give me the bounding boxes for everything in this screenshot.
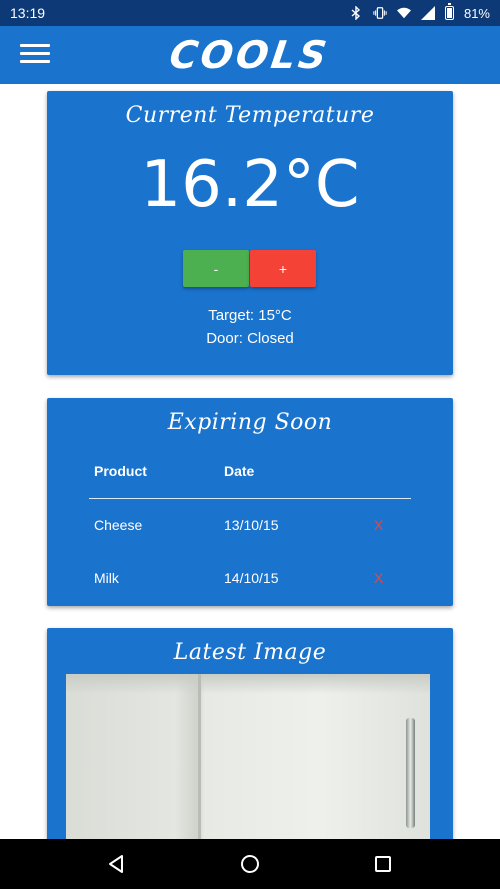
door-status: Door: Closed: [206, 330, 294, 347]
signal-icon: [420, 6, 435, 20]
latest-image-title: Latest Image: [173, 640, 327, 665]
table-row: Cheese 13/10/15 X: [47, 517, 453, 537]
status-icons: 81%: [349, 3, 490, 21]
status-bar: 13:19 81%: [0, 0, 500, 26]
delete-item-button[interactable]: X: [374, 570, 383, 586]
recents-icon[interactable]: [368, 849, 398, 879]
status-time: 13:19: [10, 5, 46, 21]
temperature-card-title: Current Temperature: [125, 103, 375, 128]
vibrate-icon: [373, 6, 387, 20]
hamburger-menu-icon[interactable]: [20, 42, 50, 66]
back-icon[interactable]: [102, 849, 132, 879]
delete-item-button[interactable]: X: [374, 517, 383, 533]
home-icon[interactable]: [235, 849, 265, 879]
product-cell: Cheese: [94, 517, 143, 533]
app-title: COOLS: [167, 33, 333, 77]
decrease-target-button[interactable]: -: [183, 250, 249, 287]
temperature-card: Current Temperature 16.2°C - + Target: 1…: [47, 91, 453, 375]
table-divider: [89, 498, 411, 499]
column-header-date: Date: [224, 463, 255, 479]
wifi-icon: [396, 6, 411, 20]
battery-percent: 81%: [463, 5, 490, 21]
app-bar: COOLS: [0, 26, 500, 84]
bluetooth-icon: [349, 6, 363, 20]
navigation-bar: [0, 839, 500, 889]
battery-icon: [444, 3, 454, 20]
expiring-card-title: Expiring Soon: [167, 410, 333, 435]
date-cell: 13/10/15: [224, 517, 279, 533]
date-cell: 14/10/15: [224, 570, 279, 586]
product-cell: Milk: [94, 570, 119, 586]
increase-target-button[interactable]: +: [250, 250, 316, 287]
target-temperature: Target: 15°C: [208, 307, 292, 324]
column-header-product: Product: [94, 463, 147, 479]
current-temperature-value: 16.2°C: [140, 148, 360, 222]
table-row: Milk 14/10/15 X: [47, 570, 453, 590]
expiring-card: Expiring Soon Product Date Cheese 13/10/…: [47, 398, 453, 606]
